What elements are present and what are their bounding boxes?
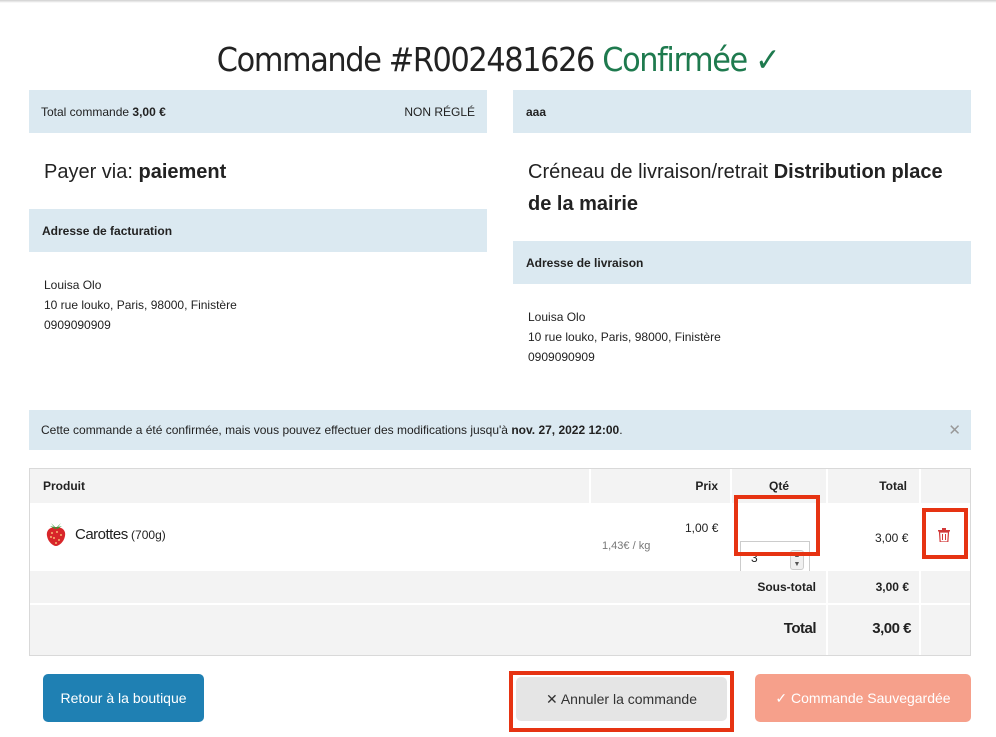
- right-info-bar: aaa: [513, 90, 971, 133]
- order-number: Commande #R002481626: [216, 40, 596, 79]
- notice-text: Cette commande a été confirmée, mais vou…: [41, 423, 623, 437]
- subtotal-value: 3,00 €: [875, 580, 909, 594]
- product-weight: (700g): [131, 528, 166, 542]
- total-label: Total: [783, 620, 817, 637]
- header-actions: [921, 469, 970, 503]
- modification-notice: Cette commande a été confirmée, mais vou…: [29, 410, 971, 450]
- billing-address-heading: Adresse de facturation: [29, 209, 487, 252]
- table-row: Carottes (700g) 1,00 € 1,43€ / kg 3 ▲ ▼ 3…: [30, 503, 970, 579]
- top-shadow: [0, 0, 996, 3]
- shipping-name: Louisa Olo: [528, 310, 586, 324]
- unit-price: 1,43€ / kg: [602, 540, 651, 552]
- qty-highlight-box: [734, 495, 820, 556]
- close-icon[interactable]: ✕: [948, 421, 961, 439]
- order-table: Produit Prix Qté Total Carottes (700g) 1…: [29, 468, 971, 656]
- right-info-label: aaa: [526, 104, 547, 119]
- header-product: Produit: [30, 469, 591, 503]
- delivery-slot: Créneau de livraison/retrait Distributio…: [528, 156, 948, 220]
- billing-phone: 0909090909: [44, 318, 111, 332]
- shipping-phone: 0909090909: [528, 350, 595, 364]
- subtotal-divider-2: [919, 571, 921, 603]
- billing-address: Louisa Olo 10 rue louko, Paris, 98000, F…: [44, 275, 237, 335]
- product-name-text: Carottes: [75, 526, 128, 543]
- back-to-shop-button[interactable]: Retour à la boutique: [43, 674, 204, 722]
- subtotal-label: Sous-total: [757, 580, 816, 594]
- total-divider-2: [919, 605, 921, 655]
- order-total-value: 3,00 €: [132, 104, 166, 119]
- notice-message: Cette commande a été confirmée, mais vou…: [41, 423, 508, 437]
- notice-deadline: nov. 27, 2022 12:00: [511, 423, 620, 437]
- billing-street: 10 rue louko, Paris, 98000, Finistère: [44, 298, 237, 312]
- strawberry-icon: [44, 521, 68, 553]
- table-header-row: Produit Prix Qté Total: [30, 469, 970, 503]
- item-price: 1,00 €: [685, 521, 719, 535]
- shipping-street: 10 rue louko, Paris, 98000, Finistère: [528, 330, 721, 344]
- shipping-heading-text: Adresse de livraison: [526, 255, 644, 270]
- total-row: Total 3,00 €: [30, 605, 970, 655]
- payment-method-value: paiement: [138, 161, 227, 183]
- notice-end: .: [619, 423, 623, 437]
- payment-status: NON RÉGLÉ: [404, 104, 475, 119]
- product-name: Carottes (700g): [75, 526, 166, 543]
- order-total-label: Total commande: [41, 104, 130, 119]
- cancel-order-button[interactable]: ✕ Annuler la commande: [516, 677, 727, 721]
- billing-heading-text: Adresse de facturation: [42, 223, 173, 238]
- delete-highlight-box: [922, 508, 968, 559]
- payment-method: Payer via: paiement: [44, 156, 226, 188]
- total-value: 3,00 €: [872, 620, 911, 637]
- delivery-slot-label: Créneau de livraison/retrait: [528, 161, 769, 183]
- page-title: Commande #R002481626 Confirmée ✓: [40, 40, 956, 79]
- order-total: Total commande 3,00 €: [41, 105, 166, 119]
- order-total-bar: Total commande 3,00 € NON RÉGLÉ: [29, 90, 487, 133]
- subtotal-row: Sous-total 3,00 €: [30, 571, 970, 603]
- shipping-address-heading: Adresse de livraison: [513, 241, 971, 284]
- shipping-address: Louisa Olo 10 rue louko, Paris, 98000, F…: [528, 307, 721, 367]
- header-price: Prix: [591, 469, 732, 503]
- billing-name: Louisa Olo: [44, 278, 102, 292]
- header-total: Total: [828, 469, 921, 503]
- order-saved-button[interactable]: ✓ Commande Sauvegardée: [755, 674, 971, 722]
- payment-label: Payer via:: [44, 161, 133, 183]
- item-total: 3,00 €: [875, 531, 909, 545]
- order-status: Confirmée ✓: [602, 40, 780, 79]
